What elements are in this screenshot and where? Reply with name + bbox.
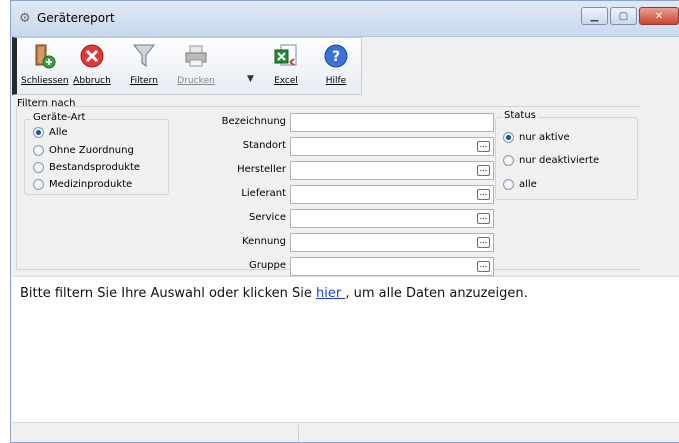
bezeichnung-label: Bezeichnung [221, 116, 286, 127]
gruppe-input[interactable]: ... [290, 257, 494, 276]
bezeichnung-input[interactable] [290, 113, 494, 132]
gruppe-label: Gruppe [248, 260, 286, 271]
exit-door-icon [35, 44, 56, 69]
results-area: Bitte filtern Sie Ihre Auswahl oder klic… [12, 276, 679, 422]
app-icon: ⚙ [19, 11, 31, 26]
help-icon: ? [324, 44, 348, 68]
radio-nur-aktive[interactable]: nur aktive [503, 132, 570, 143]
minimize-button[interactable]: ▁ [581, 7, 608, 25]
message-text-before: Bitte filtern Sie Ihre Auswahl oder klic… [20, 286, 316, 301]
service-browse-button[interactable]: ... [477, 213, 490, 224]
kennung-input[interactable]: ... [290, 233, 494, 252]
status-bar [12, 422, 679, 442]
filter-icon [132, 44, 156, 67]
lieferant-browse-button[interactable]: ... [477, 189, 490, 200]
hilfe-label: Hilfe [325, 76, 347, 86]
show-all-link[interactable]: hier [316, 286, 345, 301]
maximize-button[interactable]: ▢ [610, 7, 637, 25]
status-title: Status [502, 110, 538, 121]
radio-medizinprodukte[interactable]: Medizinprodukte [33, 179, 132, 190]
radio-button[interactable] [503, 132, 514, 143]
radio-label: alle [519, 179, 537, 190]
radio-alle[interactable]: Alle [33, 127, 68, 138]
radio-button[interactable] [33, 179, 44, 190]
toolbar: Schliessen Abbruch Filtern Drucken ▼ Exc… [12, 37, 362, 95]
hersteller-browse-button[interactable]: ... [477, 165, 490, 176]
standort-browse-button[interactable]: ... [477, 141, 490, 152]
abbruch-label: Abbruch [73, 76, 111, 86]
filtern-button[interactable]: Filtern [121, 40, 167, 92]
kennung-browse-button[interactable]: ... [477, 237, 490, 248]
standort-input[interactable]: ... [290, 137, 494, 156]
status-separator [298, 425, 299, 442]
radio-button[interactable] [503, 179, 514, 190]
gruppe-browse-button[interactable]: ... [477, 261, 490, 272]
hersteller-label: Hersteller [237, 164, 286, 175]
window-title: Gerätereport [37, 11, 115, 25]
message-text-after: , um alle Daten anzuzeigen. [345, 286, 528, 301]
abbruch-button[interactable]: Abbruch [69, 40, 115, 92]
lieferant-input[interactable]: ... [290, 185, 494, 204]
excel-icon [274, 44, 297, 66]
service-label: Service [249, 212, 286, 223]
drucken-button[interactable]: Drucken [173, 40, 219, 92]
printer-icon [185, 45, 207, 67]
drucken-label: Drucken [177, 76, 215, 86]
cancel-icon [80, 44, 104, 68]
radio-alle-status[interactable]: alle [503, 179, 537, 190]
radio-button[interactable] [503, 155, 514, 166]
excel-button[interactable]: Excel [263, 40, 309, 92]
title-bar: ⚙ Gerätereport ▁ ▢ ✕ [11, 1, 679, 37]
radio-label: Medizinprodukte [49, 179, 133, 190]
radio-bestandsprodukte[interactable]: Bestandsprodukte [33, 162, 140, 173]
radio-label: nur aktive [519, 132, 570, 143]
radio-button[interactable] [33, 127, 44, 138]
info-message: Bitte filtern Sie Ihre Auswahl oder klic… [20, 286, 528, 301]
hersteller-input[interactable]: ... [290, 161, 494, 180]
filtern-label: Filtern [130, 76, 158, 86]
kennung-label: Kennung [242, 236, 286, 247]
standort-label: Standort [242, 140, 286, 151]
radio-label: Ohne Zuordnung [49, 145, 134, 156]
radio-nur-deaktivierte[interactable]: nur deaktivierte [503, 155, 599, 166]
geraete-art-title: Geräte-Art [31, 112, 88, 123]
lieferant-label: Lieferant [241, 188, 286, 199]
close-button[interactable]: ✕ [639, 7, 679, 25]
radio-button[interactable] [33, 145, 44, 156]
drucken-dropdown-arrow-icon[interactable]: ▼ [247, 74, 254, 84]
schliessen-label: Schliessen [21, 76, 69, 86]
report-window: ⚙ Gerätereport ▁ ▢ ✕ Schliessen Abbruch [10, 0, 679, 443]
radio-label: nur deaktivierte [519, 155, 600, 166]
hilfe-button[interactable]: ? Hilfe [313, 40, 359, 92]
schliessen-button[interactable]: Schliessen [21, 40, 69, 92]
window-controls: ▁ ▢ ✕ [579, 7, 679, 25]
excel-label: Excel [274, 76, 298, 86]
service-input[interactable]: ... [290, 209, 494, 228]
radio-label: Bestandsprodukte [49, 162, 141, 173]
radio-button[interactable] [33, 162, 44, 173]
radio-ohne-zuordnung[interactable]: Ohne Zuordnung [33, 145, 134, 156]
svg-text:?: ? [332, 49, 340, 65]
radio-label: Alle [49, 127, 68, 138]
